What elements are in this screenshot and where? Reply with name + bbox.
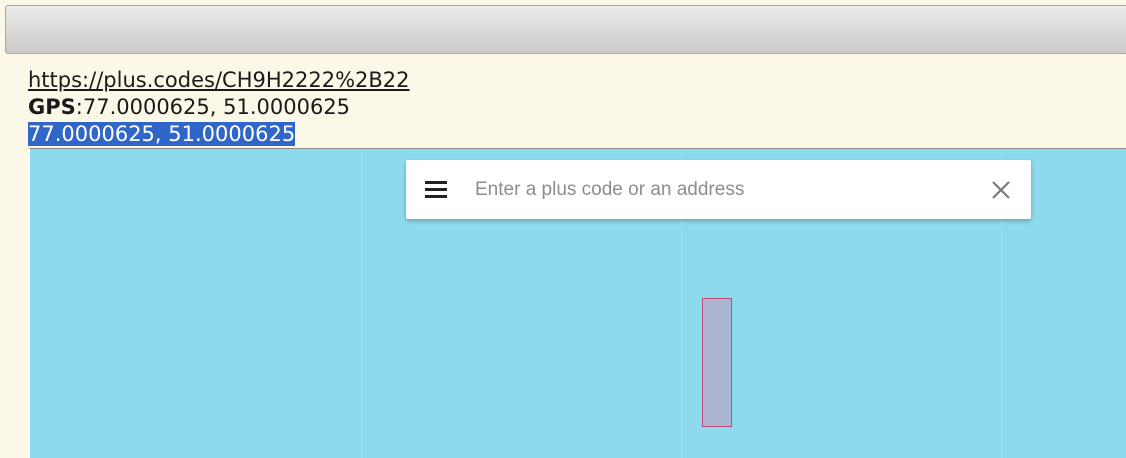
plus-code-area-marker[interactable]	[702, 298, 732, 427]
menu-icon[interactable]	[425, 180, 447, 198]
map-grid-line	[361, 149, 362, 458]
search-input[interactable]	[475, 172, 975, 208]
selected-coordinates[interactable]: 77.0000625, 51.0000625	[28, 122, 296, 146]
browser-toolbar	[5, 5, 1126, 54]
location-info: https://plus.codes/CH9H2222%2B22 GPS:77.…	[28, 67, 410, 148]
gps-label: GPS	[28, 95, 76, 119]
gps-separator: :	[75, 95, 83, 119]
search-box	[406, 160, 1031, 219]
plus-code-link[interactable]: https://plus.codes/CH9H2222%2B22	[28, 68, 410, 92]
close-icon[interactable]	[991, 180, 1011, 200]
gps-value: 77.0000625, 51.0000625	[82, 95, 351, 119]
gps-line: GPS:77.0000625, 51.0000625	[28, 94, 410, 121]
